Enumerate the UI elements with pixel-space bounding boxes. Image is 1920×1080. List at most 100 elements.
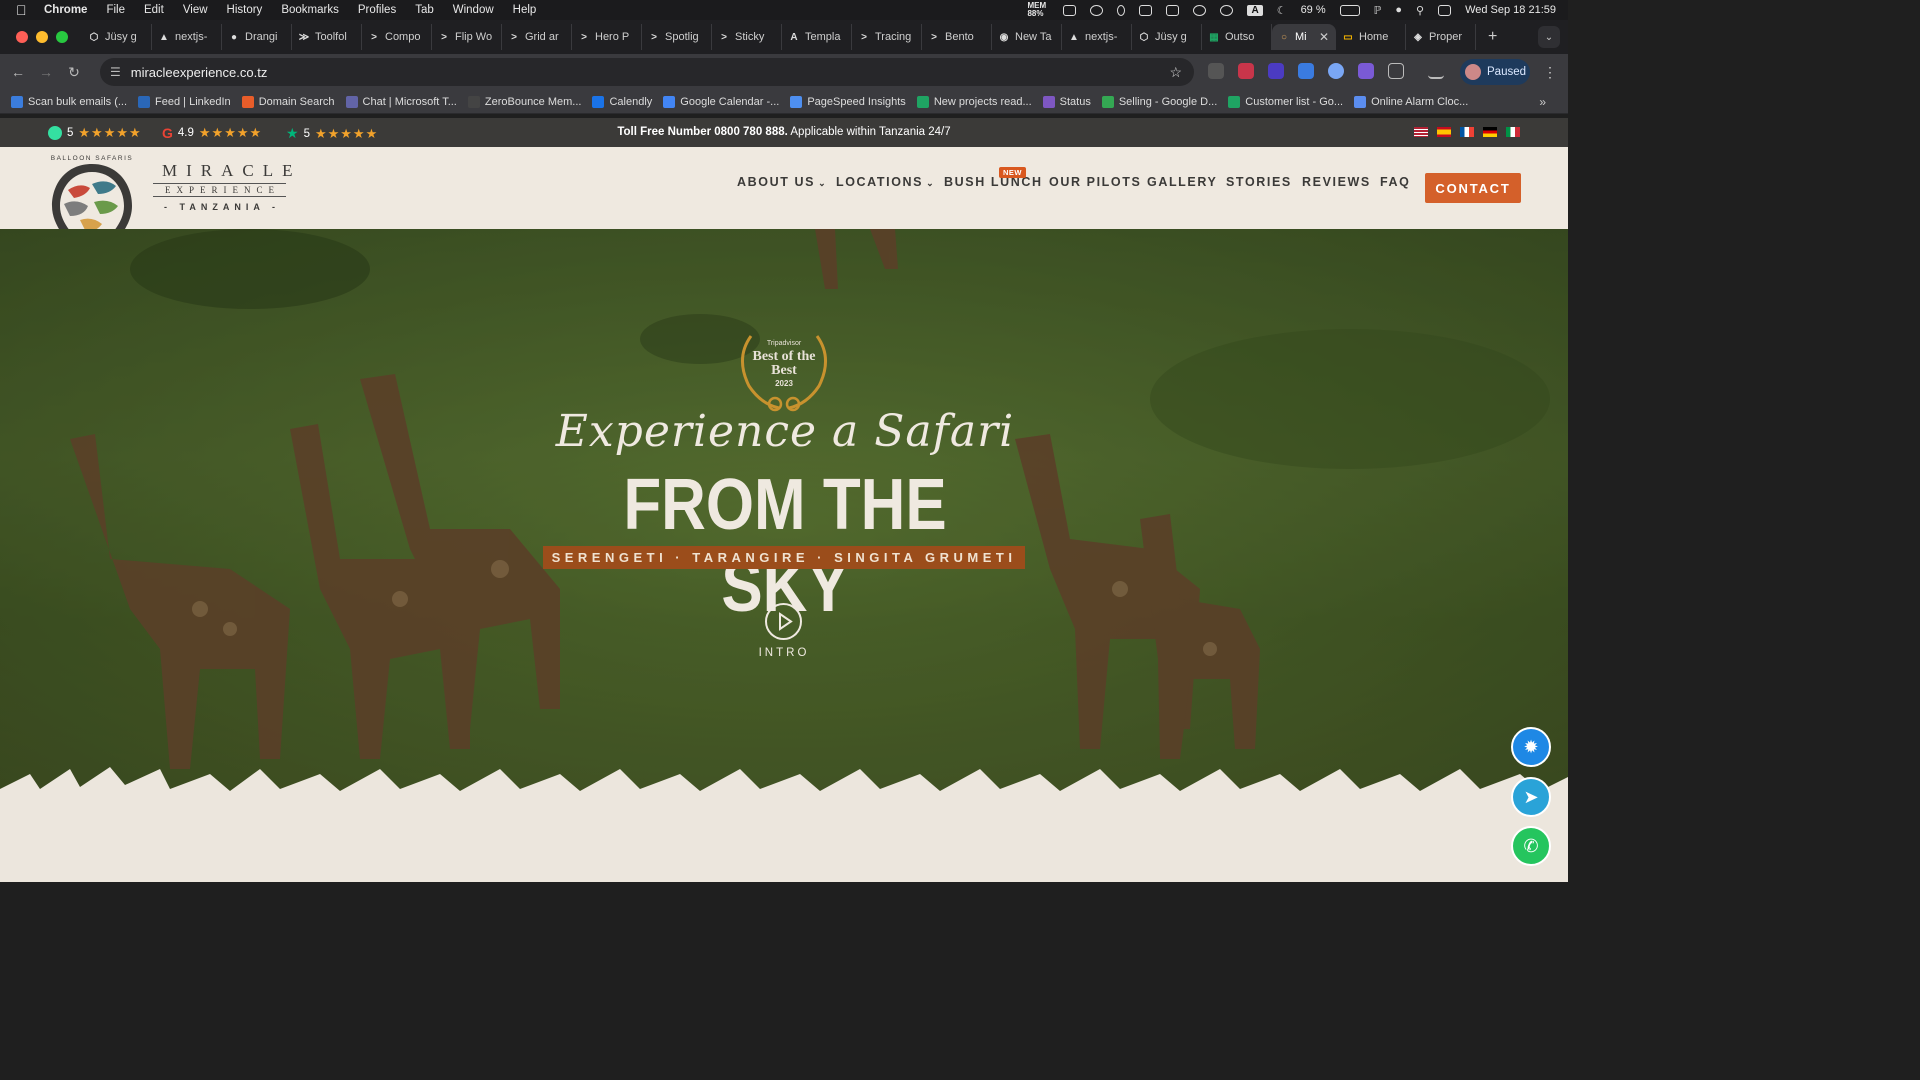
tab-7[interactable]: > Hero P (572, 24, 642, 50)
close-window-button[interactable] (16, 31, 28, 43)
tab-active[interactable]: ○ Mi ✕ (1272, 24, 1336, 50)
tab-9[interactable]: > Sticky (712, 24, 782, 50)
download-icon[interactable] (1428, 63, 1444, 79)
battery-percent[interactable]: 69 % (1301, 4, 1326, 16)
tab-3[interactable]: ≫ Toolfol (292, 24, 362, 50)
tab-6[interactable]: > Grid ar (502, 24, 572, 50)
intro-label[interactable]: INTRO (730, 647, 838, 659)
bluetooth-icon[interactable]: ℙ (1374, 4, 1382, 17)
input-source-icon[interactable]: A (1247, 4, 1263, 16)
tab-5[interactable]: > Flip Wo (432, 24, 502, 50)
new-tab-button[interactable]: + (1488, 28, 1497, 46)
it-flag[interactable] (1506, 127, 1520, 137)
menu-file[interactable]: File (106, 4, 125, 16)
play-intro-button[interactable] (765, 603, 802, 640)
grammarly-icon[interactable] (1090, 4, 1104, 16)
nav-bush-lunch[interactable]: BUSH LUNCH (944, 175, 1043, 189)
menu-app-name[interactable]: Chrome (44, 4, 87, 16)
tab-15[interactable]: ⬡ Jüsy g (1132, 24, 1202, 50)
tab-search-chevron-icon[interactable]: ⌄ (1538, 26, 1560, 48)
nav-reviews[interactable]: REVIEWS (1302, 175, 1371, 189)
tab-a0[interactable]: ▭ Home (1336, 24, 1406, 50)
e-extension-icon[interactable] (1298, 63, 1314, 79)
nav-about-us[interactable]: ABOUT US ⌄ (737, 175, 827, 189)
nav-locations[interactable]: LOCATIONS ⌄ (836, 175, 935, 189)
spotlight-search-icon[interactable]: ⚲ (1416, 4, 1424, 17)
puzzle-extensions-icon[interactable] (1388, 63, 1404, 79)
telegram-icon[interactable]: ➤ (1511, 777, 1551, 817)
memory-status[interactable]: MEM 88% (1027, 2, 1049, 18)
es-flag[interactable] (1437, 127, 1451, 137)
menu-clock[interactable]: Wed Sep 18 21:59 (1465, 4, 1556, 16)
bookmark-item[interactable]: Selling - Google D... (1101, 95, 1217, 108)
airdrop-icon[interactable] (1220, 4, 1234, 16)
tab-16[interactable]: ▦ Outso (1202, 24, 1272, 50)
forward-arrow-icon[interactable]: → (32, 64, 60, 80)
tab-13[interactable]: ◉ New Ta (992, 24, 1062, 50)
bookmark-item[interactable]: Status (1042, 95, 1091, 108)
bookmark-item[interactable]: New projects read... (916, 95, 1032, 108)
url-text[interactable]: miracleexperience.co.tz (131, 65, 268, 80)
bookmark-item[interactable]: Online Alarm Cloc... (1354, 95, 1468, 108)
moon-icon[interactable]: ☾ (1277, 4, 1287, 17)
nav-our-pilots[interactable]: OUR PILOTS (1049, 175, 1141, 189)
screenshot-icon[interactable] (1063, 4, 1077, 16)
tab-1[interactable]: ▲ nextjs- (152, 24, 222, 50)
tab-4[interactable]: > Compo (362, 24, 432, 50)
mouse-icon[interactable] (1117, 4, 1126, 16)
control-center-icon[interactable] (1438, 4, 1452, 16)
bookmark-item[interactable]: Customer list - Go... (1228, 95, 1343, 108)
whatsapp-icon[interactable]: ✆ (1511, 826, 1551, 866)
bookmark-item[interactable]: Domain Search (241, 95, 335, 108)
apple-icon[interactable]:  (16, 3, 30, 17)
tab-14[interactable]: ▲ nextjs- (1062, 24, 1132, 50)
bookmark-item[interactable]: Google Calendar -... (663, 95, 779, 108)
screen-record-extension-icon[interactable] (1238, 63, 1254, 79)
chatgpt-icon[interactable] (1193, 4, 1207, 16)
tab-a1[interactable]: ◈ Proper (1406, 24, 1476, 50)
messenger-icon[interactable]: ✹ (1511, 727, 1551, 767)
wifi-icon[interactable]: ● (1395, 4, 1402, 16)
menu-edit[interactable]: Edit (144, 4, 164, 16)
menu-window[interactable]: Window (453, 4, 494, 16)
zoom-window-button[interactable] (56, 31, 68, 43)
menu-help[interactable]: Help (513, 4, 537, 16)
tab-8[interactable]: > Spotlig (642, 24, 712, 50)
site-info-icon[interactable]: ☰ (110, 65, 121, 79)
dropbox-icon[interactable] (1166, 4, 1180, 16)
tollfree-number[interactable]: Toll Free Number 0800 780 888. (617, 126, 787, 138)
nav-stories[interactable]: STORIES (1226, 175, 1292, 189)
minimize-window-button[interactable] (36, 31, 48, 43)
bookmark-item[interactable]: Chat | Microsoft T... (345, 95, 457, 108)
de-flag[interactable] (1483, 127, 1497, 137)
bookmark-item[interactable]: Calendly (592, 95, 652, 108)
brand-wordmark[interactable]: MIRACLE EXPERIENCE - TANZANIA - (153, 161, 293, 215)
badge-extension-icon[interactable] (1268, 63, 1284, 79)
us-flag[interactable] (1414, 127, 1428, 137)
bookmark-item[interactable]: ZeroBounce Mem... (467, 95, 581, 108)
nav-gallery[interactable]: GALLERY (1147, 175, 1217, 189)
tab-11[interactable]: > Tracing (852, 24, 922, 50)
profile-button[interactable]: Paused (1460, 59, 1530, 85)
menu-profiles[interactable]: Profiles (358, 4, 396, 16)
close-tab-icon[interactable]: ✕ (1319, 30, 1329, 44)
speech-icon[interactable] (1139, 4, 1153, 16)
contact-button[interactable]: CONTACT (1425, 173, 1521, 203)
bookmark-item[interactable]: Scan bulk emails (... (11, 95, 127, 108)
fr-flag[interactable] (1460, 127, 1474, 137)
more-bookmarks-icon[interactable]: » (1539, 95, 1546, 109)
tab-2[interactable]: ● Drangi (222, 24, 292, 50)
bookmark-star-icon[interactable]: ☆ (1169, 64, 1182, 81)
back-arrow-icon[interactable]: ← (4, 64, 32, 80)
menu-tab[interactable]: Tab (415, 4, 434, 16)
circle-extension-icon[interactable] (1328, 63, 1344, 79)
bookmark-item[interactable]: Feed | LinkedIn (138, 95, 231, 108)
menu-view[interactable]: View (183, 4, 208, 16)
browser-menu-icon[interactable]: ⋮ (1543, 64, 1557, 81)
nav-faq[interactable]: FAQ (1380, 175, 1411, 189)
menu-history[interactable]: History (227, 4, 263, 16)
eyedropper-extension-icon[interactable] (1208, 63, 1224, 79)
battery-icon[interactable] (1339, 4, 1360, 16)
bookmark-item[interactable]: PageSpeed Insights (790, 95, 906, 108)
reload-icon[interactable]: ↻ (60, 64, 88, 81)
